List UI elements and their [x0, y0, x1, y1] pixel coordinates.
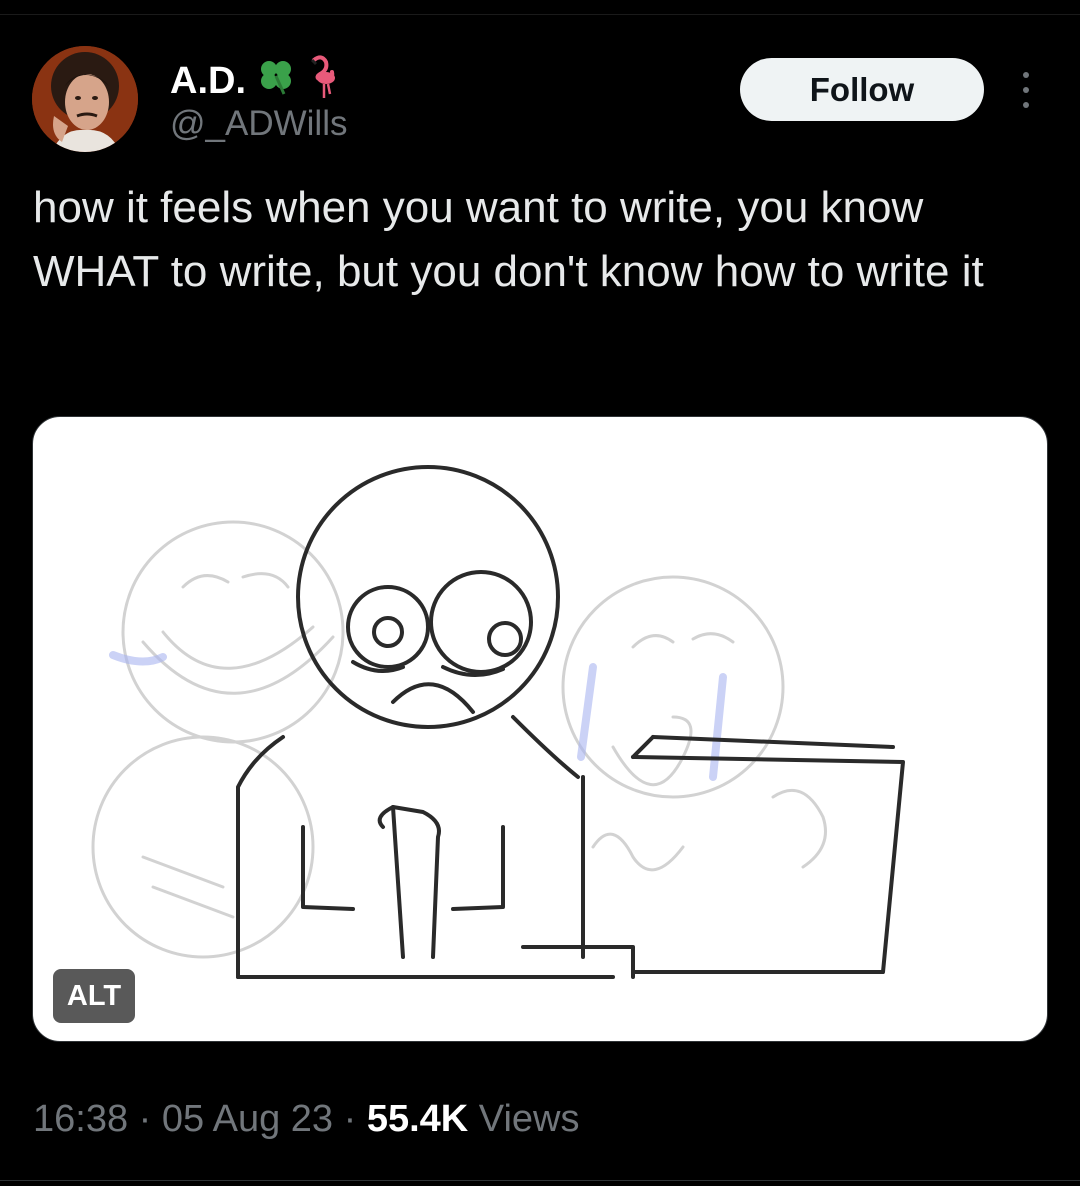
- meta-separator: ·: [138, 1098, 152, 1140]
- follow-button[interactable]: Follow: [740, 58, 984, 121]
- bottom-divider: [0, 1180, 1080, 1181]
- author-name-row[interactable]: A.D.: [170, 54, 338, 108]
- top-divider: [0, 14, 1080, 15]
- avatar-photo: [32, 46, 138, 152]
- tweet-date[interactable]: 05 Aug 23: [162, 1098, 333, 1140]
- views-label: Views: [478, 1098, 580, 1140]
- sketch-drawing: [91, 465, 905, 979]
- tweet-text: how it feels when you want to write, you…: [33, 183, 984, 296]
- tweet-metadata: 16:38 · 05 Aug 23 · 55.4K Views: [33, 1098, 579, 1141]
- more-options-button[interactable]: [1012, 70, 1040, 110]
- flamingo-icon: [308, 54, 338, 108]
- tweet-media[interactable]: ALT: [32, 416, 1048, 1042]
- avatar[interactable]: [32, 46, 138, 152]
- meta-separator: ·: [343, 1098, 357, 1140]
- author-handle[interactable]: @_ADWills: [170, 104, 347, 144]
- views-count: 55.4K: [366, 1098, 469, 1140]
- more-vertical-icon: [1023, 72, 1029, 78]
- alt-text-badge[interactable]: ALT: [53, 969, 135, 1023]
- clover-icon: [256, 56, 296, 106]
- display-name[interactable]: A.D.: [170, 60, 246, 103]
- tweet-time[interactable]: 16:38: [33, 1098, 128, 1140]
